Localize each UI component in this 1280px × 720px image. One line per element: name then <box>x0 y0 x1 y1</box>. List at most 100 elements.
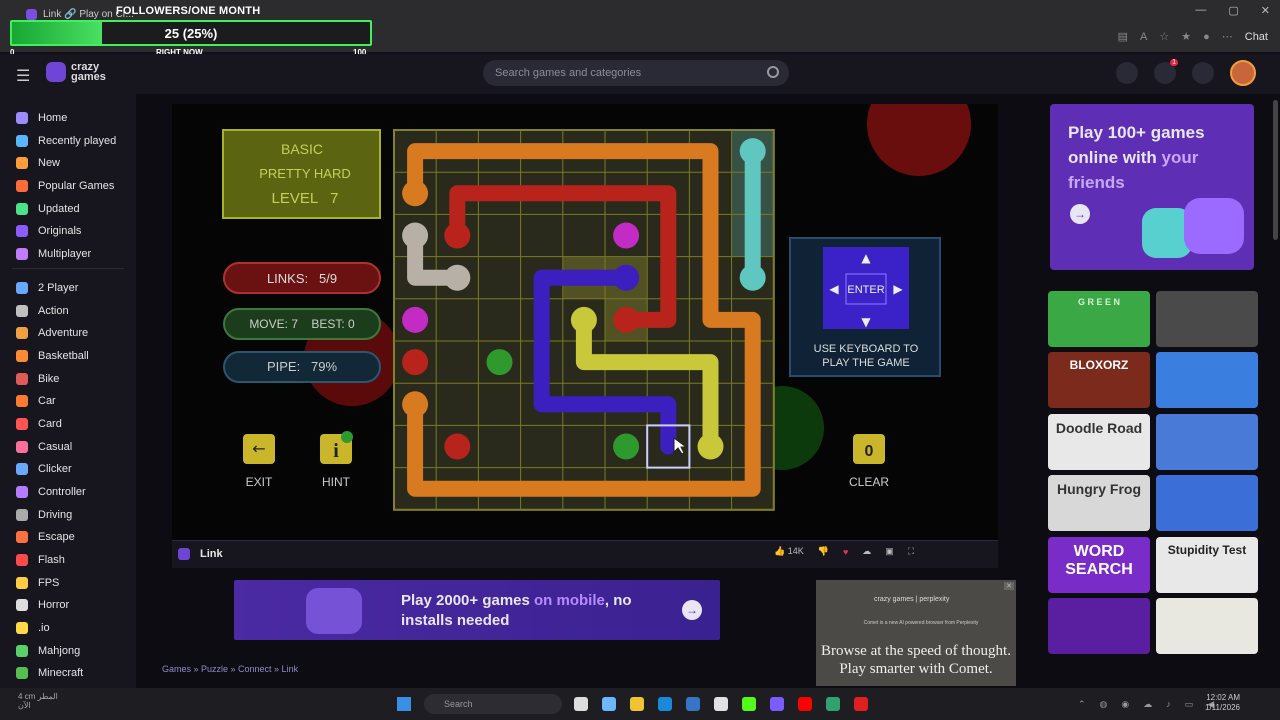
friends-promo-card[interactable]: Play 100+ games online with your friends… <box>1050 104 1254 270</box>
game-thumbnail[interactable] <box>1156 475 1258 531</box>
like-icon[interactable]: 👍 14K <box>774 546 804 557</box>
crazygames-logo[interactable]: crazy games <box>46 62 121 83</box>
font-size-icon[interactable]: A <box>1140 31 1147 43</box>
more-menu-icon[interactable]: ⋯ <box>1222 30 1233 43</box>
sidebar-item-bike[interactable]: Bike <box>16 369 59 389</box>
windows-start-icon[interactable] <box>397 697 411 711</box>
tray-network-icon[interactable]: ▭ <box>1185 699 1194 710</box>
friends-promo-arrow-icon[interactable]: → <box>1070 204 1090 224</box>
sidebar-item-originals[interactable]: Originals <box>16 221 81 241</box>
game-thumbnail[interactable] <box>1048 598 1150 654</box>
tray-app-icon[interactable]: ◍ <box>1100 699 1108 710</box>
puzzle-grid[interactable] <box>393 129 775 511</box>
left-arrow-icon[interactable]: ◀ <box>829 282 839 296</box>
kick-icon[interactable] <box>742 697 756 711</box>
taskview-icon[interactable] <box>574 697 588 711</box>
sidebar-item-clicker[interactable]: Clicker <box>16 459 72 479</box>
file-explorer-icon[interactable] <box>630 697 644 711</box>
game-thumbnail[interactable] <box>1156 414 1258 470</box>
taskbar-weather[interactable]: 4 cm المطر الآن <box>18 692 58 710</box>
game-thumbnail[interactable] <box>1156 352 1258 408</box>
tray-mic-icon[interactable]: ♪ <box>1166 699 1171 710</box>
dislike-icon[interactable]: 👎 <box>818 546 829 557</box>
game-canvas[interactable]: BASIC PRETTY HARD LEVEL 7 LINKS: 5/9 MOV… <box>172 104 998 540</box>
favorite-heart-icon[interactable]: ♥ <box>843 547 848 557</box>
edge-icon[interactable] <box>658 697 672 711</box>
sidebar-item-label: Popular Games <box>38 180 115 192</box>
game-thumbnail[interactable]: G R E E N <box>1048 291 1150 347</box>
sidebar-item-mahjong[interactable]: Mahjong <box>16 641 80 661</box>
game-thumbnail[interactable] <box>1156 291 1258 347</box>
tray-cloud-icon[interactable]: ☁ <box>1143 699 1152 710</box>
sidebar-item-car[interactable]: Car <box>16 391 56 411</box>
down-arrow-icon[interactable]: ▼ <box>861 315 871 329</box>
sidebar-item-controller[interactable]: Controller <box>16 482 86 502</box>
sidebar-item-multiplayer[interactable]: Multiplayer <box>16 244 91 264</box>
sidebar-item-adventure[interactable]: Adventure <box>16 323 88 343</box>
favorites-icon[interactable]: ★ <box>1181 30 1191 43</box>
up-arrow-icon[interactable]: ▲ <box>861 251 871 265</box>
sidebar-item-driving[interactable]: Driving <box>16 505 72 525</box>
sidebar-category-icon <box>16 577 28 589</box>
sidebar-item-2-player[interactable]: 2 Player <box>16 278 78 298</box>
promo-arrow-icon[interactable]: → <box>682 600 702 620</box>
ad-close-icon[interactable]: ✕ <box>1004 582 1014 590</box>
tray-wifi-icon[interactable]: ◉ <box>1121 699 1129 710</box>
sidebar-item-recently-played[interactable]: Recently played <box>16 131 116 151</box>
sidebar-item-flash[interactable]: Flash <box>16 550 65 570</box>
share-icon[interactable]: ☁ <box>862 546 871 557</box>
discord-icon[interactable] <box>770 697 784 711</box>
bell-icon[interactable]: 1 <box>1154 59 1178 84</box>
profile-icon[interactable]: ● <box>1203 31 1210 43</box>
sidebar-item-basketball[interactable]: Basketball <box>16 346 89 366</box>
avatar[interactable] <box>1230 60 1256 86</box>
minimize-button[interactable]: — <box>1195 4 1206 17</box>
right-arrow-icon[interactable]: ▶ <box>893 282 903 296</box>
store-icon[interactable] <box>686 697 700 711</box>
report-icon[interactable]: ▣ <box>885 546 894 557</box>
obs-icon[interactable] <box>826 697 840 711</box>
youtube-icon[interactable] <box>798 697 812 711</box>
sidebar-item-new[interactable]: New <box>16 153 60 173</box>
game-thumbnail[interactable]: WORD SEARCH <box>1048 537 1150 593</box>
taskbar-search[interactable]: Search <box>424 694 562 714</box>
taskbar-clock[interactable]: 12:02 AM 1/11/2026 <box>1205 693 1240 713</box>
close-button[interactable]: ✕ <box>1261 4 1270 17</box>
favorite-star-icon[interactable]: ☆ <box>1159 30 1169 43</box>
reader-icon[interactable]: ▤ <box>1118 30 1128 43</box>
hamburger-menu-icon[interactable]: ☰ <box>16 66 30 86</box>
game-thumbnail[interactable]: Doodle Road <box>1048 414 1150 470</box>
sidebar-item-fps[interactable]: FPS <box>16 573 59 593</box>
scrollbar[interactable] <box>1273 100 1278 240</box>
search-input[interactable]: Search games and categories <box>483 60 789 86</box>
breadcrumb[interactable]: Games » Puzzle » Connect » Link <box>162 664 298 674</box>
copilot-icon[interactable] <box>602 697 616 711</box>
game-thumbnail[interactable]: Hungry Frog <box>1048 475 1150 531</box>
sidebar-item-home[interactable]: Home <box>16 108 67 128</box>
game-thumbnail[interactable]: BLOXORZ <box>1048 352 1150 408</box>
tray-chevron-icon[interactable]: ⌃ <box>1078 699 1086 710</box>
sidebar-item-horror[interactable]: Horror <box>16 595 69 615</box>
sidebar-item-action[interactable]: Action <box>16 301 69 321</box>
sidebar-category-icon <box>16 282 28 294</box>
chrome-icon[interactable] <box>714 697 728 711</box>
mobile-promo-banner[interactable]: Play 2000+ games on mobile, no installs … <box>234 580 720 640</box>
sidebar-item-io[interactable]: .io <box>16 618 50 638</box>
heart-icon[interactable] <box>1192 62 1214 84</box>
game-scene[interactable]: BASIC PRETTY HARD LEVEL 7 LINKS: 5/9 MOV… <box>172 104 998 540</box>
app-icon[interactable] <box>854 697 868 711</box>
copilot-chat-button[interactable]: Chat <box>1245 31 1268 43</box>
game-thumbnail[interactable] <box>1156 598 1258 654</box>
sidebar-item-casual[interactable]: Casual <box>16 437 72 457</box>
maximize-button[interactable]: ▢ <box>1228 4 1238 17</box>
fullscreen-icon[interactable]: ⛶ <box>908 546 914 557</box>
sidebar-item-escape[interactable]: Escape <box>16 527 75 547</box>
sidebar-item-popular-games[interactable]: Popular Games <box>16 176 114 196</box>
advertisement[interactable]: ✕ crazy games | perplexity Comet is a ne… <box>816 580 1016 686</box>
search-icon[interactable] <box>767 66 779 78</box>
sidebar-item-updated[interactable]: Updated <box>16 199 80 219</box>
sidebar-item-minecraft[interactable]: Minecraft <box>16 663 83 683</box>
game-thumbnail[interactable]: Stupidity Test <box>1156 537 1258 593</box>
sidebar-item-card[interactable]: Card <box>16 414 62 434</box>
friends-icon[interactable] <box>1116 62 1138 84</box>
